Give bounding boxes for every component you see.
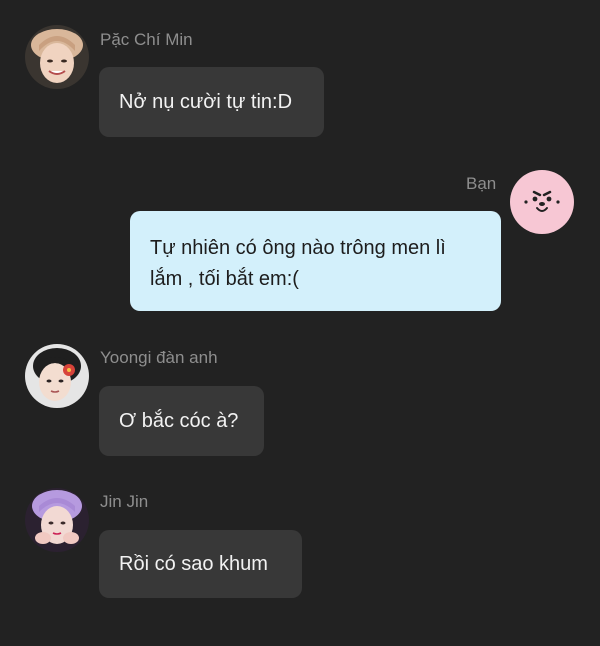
sender-name: Yoongi đàn anh <box>100 348 218 367</box>
avatar-yoongi-icon <box>25 344 89 408</box>
message-text: Nở nụ cười tự tin:D <box>119 90 293 113</box>
sender-avatar[interactable] <box>25 25 89 89</box>
avatar-jin-icon <box>25 488 89 552</box>
sender-avatar[interactable] <box>510 170 574 234</box>
cooky-bunny-icon <box>510 170 574 234</box>
message-bubble[interactable]: Nở nụ cười tự tin:D <box>99 67 324 137</box>
avatar-jimin-icon <box>25 25 89 89</box>
message-text: Rồi có sao khum <box>119 552 268 575</box>
message-bubble[interactable]: Rồi có sao khum <box>99 530 302 598</box>
sender-avatar[interactable] <box>25 488 89 552</box>
sender-avatar[interactable] <box>25 344 89 408</box>
sender-name: Bạn <box>466 174 497 193</box>
message-text: Tự nhiên có ông nào trông men lì lắm , t… <box>150 237 446 290</box>
sender-name: Jin Jin <box>100 492 149 511</box>
message-bubble[interactable]: Tự nhiên có ông nào trông men lì lắm , t… <box>130 211 501 311</box>
sender-name: Pặc Chí Min <box>100 30 193 49</box>
message-bubble[interactable]: Ơ bắc cóc à? <box>99 386 264 456</box>
message-text: Ơ bắc cóc à? <box>119 409 239 432</box>
